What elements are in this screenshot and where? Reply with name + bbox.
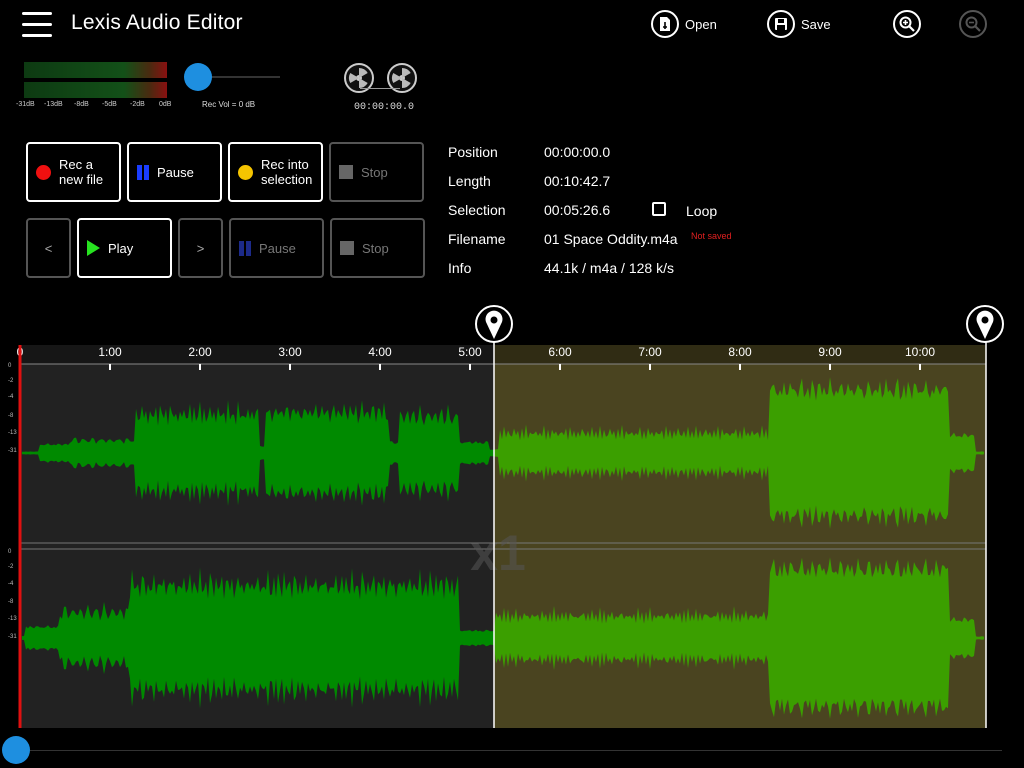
meter-scale-tick: -5dB (102, 101, 117, 108)
meter-scale-tick: -2dB (130, 101, 145, 108)
tape-line (360, 88, 400, 89)
selection-value: 00:05:26.6 (544, 202, 611, 218)
rec-new-file-label: Rec a new file (59, 157, 104, 187)
stop-playback-label: Stop (362, 240, 389, 256)
db-scale-label: 0 (8, 549, 12, 555)
open-button[interactable]: Open (651, 10, 717, 38)
save-button[interactable]: Save (767, 10, 831, 38)
length-label: Length (448, 173, 491, 189)
zoom-level-label: x1 (470, 525, 526, 581)
rec-into-selection-button[interactable]: Rec into selection (228, 142, 323, 202)
db-scale-label: -8 (8, 599, 14, 605)
pause-button[interactable]: Pause (127, 142, 222, 202)
scroll-thumb[interactable] (2, 736, 30, 764)
timeline-tick-label: 9:00 (818, 345, 842, 359)
db-scale-label: -4 (8, 581, 14, 587)
stop-button[interactable]: Stop (329, 142, 424, 202)
next-button[interactable]: > (178, 218, 223, 278)
selection-start-marker-icon[interactable] (475, 305, 513, 343)
pause-label: Pause (157, 164, 194, 180)
waveform-canvas[interactable]: 0 1:00 2:00 3:00 4:00 5:00 6:00 7:00 8:00 9:00 10:… (0, 305, 1024, 745)
next-label: > (196, 240, 205, 256)
play-button[interactable]: Play (77, 218, 172, 278)
hamburger-menu-icon (22, 12, 52, 37)
filename-label: Filename (448, 231, 506, 247)
play-icon (87, 240, 100, 256)
save-label: Save (801, 16, 831, 32)
db-scale-label: -13 (8, 430, 17, 436)
loop-checkbox[interactable] (652, 202, 666, 216)
meter-scale-tick: -31dB (16, 101, 35, 108)
rec-volume-thumb[interactable] (184, 63, 212, 91)
length-value: 00:10:42.7 (544, 173, 611, 189)
stop-playback-button[interactable]: Stop (330, 218, 425, 278)
prev-button[interactable]: < (26, 218, 71, 278)
db-scale-label: 0 (8, 363, 12, 369)
timeline-tick-label: 8:00 (728, 345, 752, 359)
meter-scale-tick: -8dB (74, 101, 89, 108)
meter-scale-tick: -13dB (44, 101, 63, 108)
db-scale: 0 -2 -4 -8 -13 -31 0 -2 -4 -8 -13 -31 (8, 363, 17, 640)
pause-playback-button[interactable]: Pause (229, 218, 324, 278)
timeline-tick-label: 3:00 (278, 345, 302, 359)
waveform-editor[interactable]: 0 1:00 2:00 3:00 4:00 5:00 6:00 7:00 8:00 9:00 10:… (0, 305, 1024, 745)
position-value: 00:00:00.0 (544, 144, 611, 160)
prev-label: < (44, 240, 53, 256)
rec-into-selection-label: Rec into selection (261, 157, 313, 187)
loop-label: Loop (686, 203, 718, 219)
rec-new-file-button[interactable]: Rec a new file (26, 142, 121, 202)
info-value: 44.1k / m4a / 128 k/s (544, 260, 674, 276)
timeline-tick-label: 7:00 (638, 345, 662, 359)
pause-icon (239, 240, 251, 256)
zoom-out-button[interactable] (959, 10, 987, 38)
db-scale-label: -4 (8, 394, 14, 400)
level-meter-left (24, 62, 167, 78)
scroll-track[interactable] (30, 750, 1002, 751)
stop-label: Stop (361, 164, 388, 180)
timeline-tick-label: 6:00 (548, 345, 572, 359)
record-selection-dot-icon (238, 164, 253, 180)
timeline-tick-label: 2:00 (188, 345, 212, 359)
filename-value: 01 Space Oddity.m4a (544, 231, 678, 247)
zoom-out-icon (959, 10, 987, 38)
record-dot-icon (36, 164, 51, 180)
play-label: Play (108, 240, 134, 256)
meter-scale: -31dB -13dB -8dB -5dB -2dB 0dB (14, 101, 179, 113)
selection-label: Selection (448, 202, 506, 218)
timeline-tick-label: 1:00 (98, 345, 122, 359)
meter-scale-tick: 0dB (159, 101, 172, 108)
stop-icon (339, 165, 353, 179)
position-label: Position (448, 144, 498, 160)
info-label: Info (448, 260, 472, 276)
db-scale-label: -31 (8, 448, 17, 454)
menu-button[interactable] (22, 12, 52, 38)
timeline-tick-label: 5:00 (458, 345, 482, 359)
level-meter-right (24, 82, 167, 98)
zoom-in-icon (893, 10, 921, 38)
db-scale-label: -2 (8, 564, 14, 570)
selection-end-marker-icon[interactable] (966, 305, 1004, 343)
stop-icon (340, 241, 354, 255)
timeline-tick-label: 10:00 (905, 345, 935, 359)
pause-icon (137, 164, 149, 180)
timeline-tick-label: 4:00 (368, 345, 392, 359)
zoom-in-button[interactable] (893, 10, 921, 38)
rec-vol-label: Rec Vol = 0 dB (202, 100, 256, 109)
db-scale-label: -2 (8, 378, 14, 384)
open-file-icon (651, 10, 679, 38)
db-scale-label: -31 (8, 634, 17, 640)
record-timer: 00:00:00.0 (354, 102, 415, 113)
open-label: Open (685, 16, 717, 32)
db-scale-label: -13 (8, 616, 17, 622)
app-title: Lexis Audio Editor (71, 11, 243, 34)
save-disk-icon (767, 10, 795, 38)
not-saved-badge: Not saved (691, 231, 732, 241)
db-scale-label: -8 (8, 413, 14, 419)
pause-playback-label: Pause (259, 240, 296, 256)
